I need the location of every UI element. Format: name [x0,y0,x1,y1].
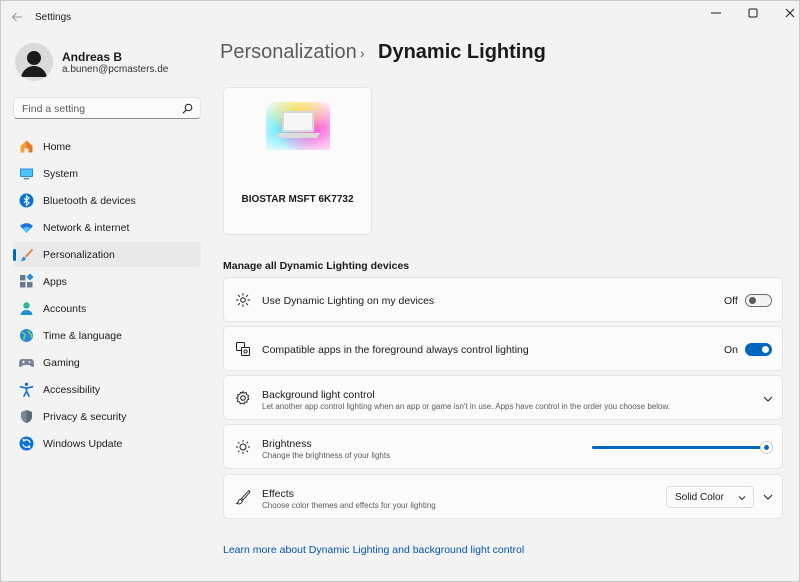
sidebar-item-label: Time & language [43,330,122,342]
chevron-down-icon[interactable] [762,491,774,503]
settings-window: Settings Andreas B a.bunen@pcmasters.de … [0,0,800,582]
sidebar-item-label: Apps [43,276,67,288]
sidebar-item-personalization[interactable]: Personalization [13,242,201,267]
setting-subtitle: Change the brightness of your lights [262,451,391,460]
apps-icon [20,274,34,288]
breadcrumb-separator: › [360,45,365,61]
sidebar-item-accessibility[interactable]: Accessibility [13,377,201,402]
sidebar-item-gaming[interactable]: Gaming [13,350,201,375]
sidebar-item-time-language[interactable]: Time & language [13,323,201,348]
sidebar-item-label: System [43,168,79,180]
section-title: Manage all Dynamic Lighting devices [223,260,410,272]
setting-title: Effects [262,488,294,500]
globe-icon [20,329,33,342]
sidebar-item-apps[interactable]: Apps [13,269,201,294]
sidebar-nav: Home System Bluetooth & devices Network … [13,134,201,458]
laptop-icon [266,102,330,150]
shield-icon [21,410,32,423]
sidebar-item-label: Bluetooth & devices [43,195,136,207]
sidebar-item-bluetooth[interactable]: Bluetooth & devices [13,188,201,213]
gear-icon [235,390,250,405]
update-icon [19,436,34,451]
sidebar-item-accounts[interactable]: Accounts [13,296,201,321]
effects-dropdown[interactable]: Solid Color [666,486,754,508]
learn-more-link[interactable]: Learn more about Dynamic Lighting and ba… [223,544,524,556]
setting-title: Use Dynamic Lighting on my devices [262,295,435,307]
app-title: Settings [35,12,72,23]
sidebar-item-home[interactable]: Home [13,134,201,159]
search-input[interactable]: Find a setting [22,103,85,115]
gamepad-icon [19,359,34,368]
brush-icon [235,489,251,505]
page-title: Dynamic Lighting [378,41,546,63]
sidebar-item-system[interactable]: System [13,161,201,186]
close-icon [785,8,795,18]
sun-rays-icon [236,293,250,307]
accessibility-icon [19,382,34,397]
maximize-button[interactable] [734,1,772,25]
chevron-down-icon[interactable] [762,393,774,405]
brightness-slider-thumb[interactable] [760,441,773,454]
sidebar-item-network[interactable]: Network & internet [13,215,201,240]
sidebar-item-privacy[interactable]: Privacy & security [13,404,201,429]
wifi-icon [20,223,33,233]
effects-card[interactable]: Effects Choose color themes and effects … [223,474,783,519]
breadcrumb-parent[interactable]: Personalization [220,41,357,64]
setting-subtitle: Let another app control lighting when an… [262,402,671,411]
setting-title: Compatible apps in the foreground always… [262,344,529,356]
back-button[interactable] [9,9,25,25]
brightness-card: Brightness Change the brightness of your… [223,424,783,469]
minimize-icon [711,12,721,14]
chevron-down-icon [738,496,746,501]
minimize-button[interactable] [697,1,735,25]
toggle-state-label: Off [724,295,738,307]
sidebar-item-label: Windows Update [43,438,123,450]
dropdown-selected-value: Solid Color [675,492,724,503]
close-button[interactable] [771,1,800,25]
user-email: a.bunen@pcmasters.de [62,64,169,75]
toggle-state-label: On [724,344,739,356]
system-icon [20,168,33,180]
maximize-icon [748,8,758,18]
setting-title: Background light control [262,389,375,401]
app-control-icon [236,342,250,356]
search-icon[interactable] [182,103,193,114]
sidebar-item-label: Home [43,141,72,153]
device-name: BIOSTAR MSFT 6K7732 [241,194,354,205]
setting-subtitle: Choose color themes and effects for your… [262,501,436,510]
search-box[interactable]: Find a setting [13,97,201,119]
foreground-apps-card: Compatible apps in the foreground always… [223,326,783,371]
setting-title: Brightness [262,438,312,450]
toggle-knob [762,346,769,353]
arrow-left-icon [11,12,22,22]
device-card[interactable]: BIOSTAR MSFT 6K7732 [223,87,372,235]
sidebar-item-label: Privacy & security [43,411,127,423]
use-dynamic-lighting-card: Use Dynamic Lighting on my devices Off [223,277,783,322]
use-dynamic-lighting-toggle[interactable] [745,294,772,307]
brightness-slider-track[interactable] [592,446,767,449]
home-icon [20,140,33,153]
toggle-knob [749,297,756,304]
sidebar-item-label: Personalization [43,249,115,261]
brush-icon [20,248,33,262]
accounts-icon [20,302,33,315]
sidebar-item-label: Gaming [43,357,80,369]
bluetooth-icon [19,193,34,208]
user-icon [21,51,47,77]
sidebar-item-windows-update[interactable]: Windows Update [13,431,201,456]
user-name: Andreas B [62,50,123,64]
sidebar-item-label: Accounts [43,303,87,315]
sidebar-item-label: Network & internet [43,222,130,234]
background-light-control-card[interactable]: Background light control Let another app… [223,375,783,420]
brightness-icon [236,440,250,454]
sidebar-item-label: Accessibility [43,384,101,396]
foreground-apps-toggle[interactable] [745,343,772,356]
title-bar: Settings [1,1,800,33]
avatar[interactable] [15,43,53,81]
